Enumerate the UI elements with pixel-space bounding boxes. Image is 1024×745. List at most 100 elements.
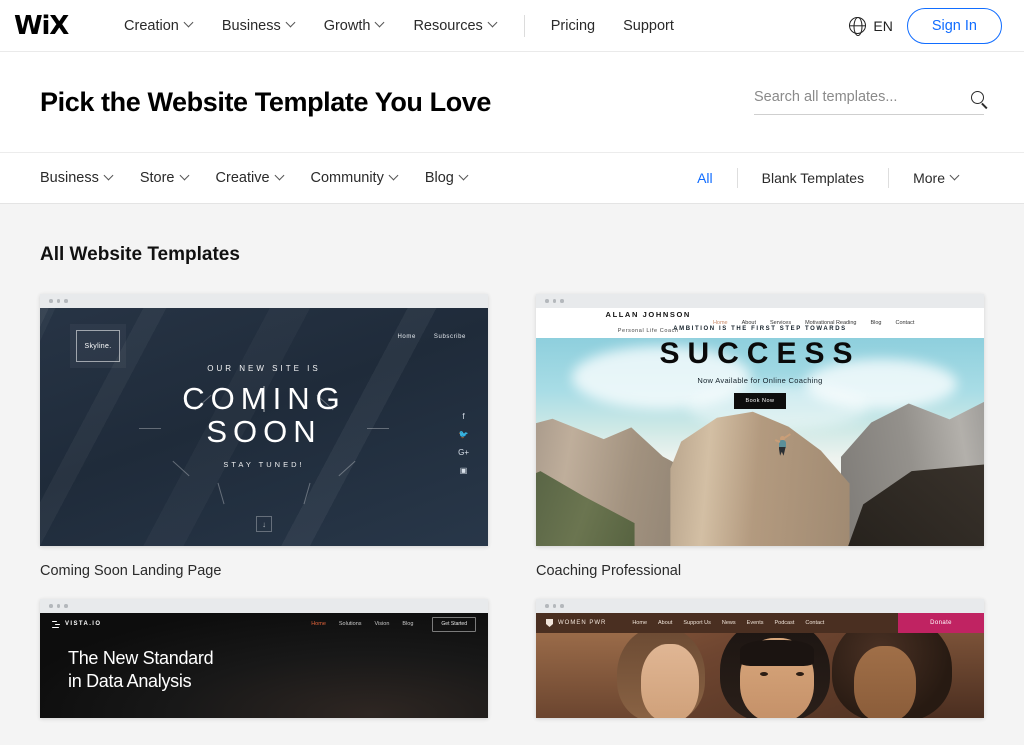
decorative-tick bbox=[303, 482, 311, 505]
preview-book-now-button: Book Now bbox=[734, 392, 786, 409]
preview-nav-item: Vision bbox=[374, 621, 390, 627]
shield-icon bbox=[546, 619, 553, 627]
page-title-bar: Pick the Website Template You Love bbox=[0, 52, 1024, 152]
chevron-down-icon bbox=[276, 172, 285, 181]
window-dot bbox=[64, 299, 68, 303]
category-business[interactable]: Business bbox=[40, 164, 128, 192]
template-card-vista[interactable]: VISTA.IO Home Solutions Vision Blog Get … bbox=[40, 599, 488, 718]
climber-arm bbox=[774, 438, 780, 443]
window-dot bbox=[552, 604, 556, 608]
preview-heading-line2: in Data Analysis bbox=[68, 671, 192, 692]
category-community[interactable]: Community bbox=[311, 164, 413, 192]
category-label: Creative bbox=[215, 170, 270, 186]
filter-more[interactable]: More bbox=[889, 170, 984, 186]
search-box[interactable] bbox=[754, 89, 984, 115]
preview-coaching: ALLAN JOHNSON Personal Life Coach Home A… bbox=[536, 308, 984, 546]
main-navigation: Creation Business Growth Resources Prici… bbox=[110, 12, 688, 40]
nav-label: Business bbox=[221, 17, 281, 34]
template-grid: Skyline. Home Subscribe OUR NEW SITE IS … bbox=[40, 294, 984, 718]
preview-nav: Home Subscribe bbox=[398, 334, 467, 340]
preview-nav: Home Solutions Vision Blog Get Started bbox=[311, 616, 476, 632]
preview-nav-item: Podcast bbox=[774, 620, 795, 626]
climber-legs bbox=[778, 446, 786, 456]
template-title: Coaching Professional bbox=[536, 563, 682, 579]
template-card-women-pwr[interactable]: WOMEN PWR Home About Support Us News Eve… bbox=[536, 599, 984, 718]
chevron-down-icon bbox=[181, 172, 190, 181]
twitter-icon: 🐦 bbox=[458, 430, 469, 439]
template-title: Coming Soon Landing Page bbox=[40, 563, 222, 579]
preview-kicker: OUR NEW SITE IS bbox=[207, 364, 321, 373]
category-creative[interactable]: Creative bbox=[216, 164, 299, 192]
nav-label: Growth bbox=[323, 17, 371, 34]
preview-heading-line1: The New Standard bbox=[68, 648, 214, 668]
preview-heading: The New Standard in Data Analysis bbox=[40, 635, 488, 694]
google-plus-icon: G+ bbox=[458, 448, 469, 457]
preview-kicker: AMBITION IS THE FIRST STEP TOWARDS bbox=[673, 326, 847, 332]
window-dot bbox=[545, 604, 549, 608]
category-blog[interactable]: Blog bbox=[425, 164, 483, 192]
nav-label: Creation bbox=[124, 17, 179, 34]
template-thumbnail[interactable]: WOMEN PWR Home About Support Us News Eve… bbox=[536, 599, 984, 718]
nav-item-pricing[interactable]: Pricing bbox=[537, 12, 609, 40]
preview-nav-item: Home bbox=[632, 620, 647, 626]
preview-hero-text: AMBITION IS THE FIRST STEP TOWARDS SUCCE… bbox=[536, 326, 984, 409]
preview-coming-soon: Skyline. Home Subscribe OUR NEW SITE IS … bbox=[40, 308, 488, 546]
person-eye bbox=[760, 672, 768, 676]
preview-heading-line2: SOON bbox=[206, 414, 322, 450]
nav-item-creation[interactable]: Creation bbox=[110, 12, 208, 40]
preview-nav-item: Solutions bbox=[338, 621, 362, 627]
search-icon[interactable] bbox=[971, 90, 984, 104]
chevron-down-icon bbox=[390, 172, 399, 181]
filter-all[interactable]: All bbox=[673, 170, 737, 186]
category-bar: Business Store Creative Community Blog A… bbox=[0, 152, 1024, 204]
nav-item-business[interactable]: Business bbox=[208, 12, 310, 40]
template-thumbnail[interactable]: ALLAN JOHNSON Personal Life Coach Home A… bbox=[536, 294, 984, 546]
preview-nav-item: Support Us bbox=[683, 620, 711, 626]
preview-logo-text: Skyline. bbox=[76, 330, 120, 362]
filter-blank-templates[interactable]: Blank Templates bbox=[738, 170, 888, 186]
category-view-options: All Blank Templates More bbox=[673, 168, 984, 188]
preview-get-started-button: Get Started bbox=[432, 616, 476, 632]
window-dot bbox=[552, 299, 556, 303]
browser-chrome-bar bbox=[40, 599, 488, 613]
browser-chrome-bar bbox=[536, 294, 984, 308]
person-face bbox=[854, 646, 917, 718]
sign-in-button[interactable]: Sign In bbox=[906, 7, 1002, 44]
person-eye bbox=[795, 672, 804, 676]
preview-nav-item: About bbox=[658, 620, 673, 626]
window-dot bbox=[64, 604, 68, 608]
preview-hero-text: OUR NEW SITE IS COMING SOON STAY TUNED! bbox=[40, 364, 488, 469]
window-dot bbox=[49, 299, 53, 303]
template-gallery: All Website Templates Skyline. Home Subs… bbox=[0, 204, 1024, 718]
chevron-down-icon bbox=[185, 19, 194, 28]
chevron-down-icon bbox=[460, 172, 469, 181]
template-card-coming-soon[interactable]: Skyline. Home Subscribe OUR NEW SITE IS … bbox=[40, 294, 488, 579]
preview-nav-item: Events bbox=[746, 620, 764, 626]
nav-item-support[interactable]: Support bbox=[609, 12, 688, 40]
wix-logo[interactable]: WiX bbox=[14, 13, 72, 39]
window-dot bbox=[545, 299, 549, 303]
preview-header: VISTA.IO Home Solutions Vision Blog Get … bbox=[40, 613, 488, 635]
preview-brand-name: ALLAN JOHNSON bbox=[605, 309, 691, 319]
template-thumbnail[interactable]: VISTA.IO Home Solutions Vision Blog Get … bbox=[40, 599, 488, 718]
nav-item-growth[interactable]: Growth bbox=[310, 12, 400, 40]
template-thumbnail[interactable]: Skyline. Home Subscribe OUR NEW SITE IS … bbox=[40, 294, 488, 546]
template-card-coaching[interactable]: ALLAN JOHNSON Personal Life Coach Home A… bbox=[536, 294, 984, 579]
browser-chrome-bar bbox=[40, 294, 488, 308]
nav-label: Resources bbox=[413, 17, 483, 34]
language-selector[interactable]: EN bbox=[849, 17, 893, 34]
instagram-icon: ▣ bbox=[459, 466, 468, 475]
category-label: Community bbox=[310, 170, 384, 186]
preview-women-pwr: WOMEN PWR Home About Support Us News Eve… bbox=[536, 613, 984, 718]
chevron-down-icon bbox=[489, 19, 498, 28]
preview-donate-button: Donate bbox=[898, 613, 984, 633]
category-label: Store bbox=[139, 170, 175, 186]
preview-subtext: Now Available for Online Coaching bbox=[697, 375, 823, 385]
preview-logo-text: WOMEN PWR bbox=[558, 620, 607, 626]
window-dot bbox=[560, 604, 564, 608]
category-store[interactable]: Store bbox=[140, 164, 204, 192]
chevron-down-icon bbox=[951, 172, 960, 181]
preview-logo-text: VISTA.IO bbox=[65, 621, 102, 627]
nav-item-resources[interactable]: Resources bbox=[399, 12, 511, 40]
search-input[interactable] bbox=[754, 89, 965, 105]
